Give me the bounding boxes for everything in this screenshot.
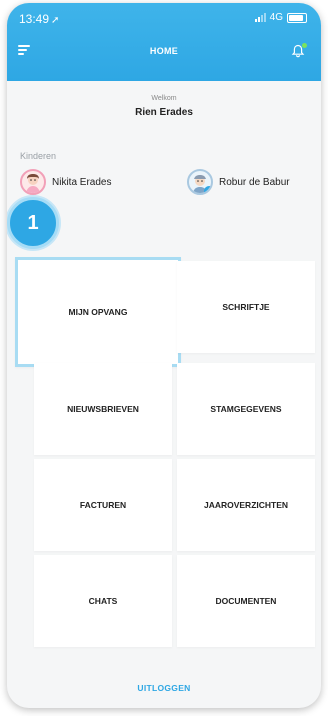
tile-documenten[interactable]: DOCUMENTEN [177, 555, 315, 647]
status-time: 13:49 ➚ [19, 12, 59, 26]
tile-label: MIJN OPVANG [68, 307, 128, 317]
app-header: 13:49 ➚ 4G HOME [7, 3, 321, 81]
battery-icon [287, 12, 307, 23]
tile-stamgegevens[interactable]: STAMGEGEVENS [177, 363, 315, 455]
tile-label: NIEUWSBRIEVEN [67, 404, 139, 414]
tile-label: CHATS [88, 596, 118, 606]
child-name: Robur de Babur [219, 176, 290, 188]
child-item-robur[interactable]: + Robur de Babur [187, 169, 290, 195]
tile-nieuwsbrieven[interactable]: NIEUWSBRIEVEN [34, 363, 172, 455]
welcome-user-name: Rien Erades [135, 107, 193, 118]
tile-chats[interactable]: CHATS [34, 555, 172, 647]
status-indicators: 4G [254, 12, 307, 23]
tile-label: JAAROVERZICHTEN [203, 500, 289, 510]
nav-bar: HOME [7, 35, 321, 65]
child-avatar-icon [20, 169, 46, 195]
page-title: HOME [149, 46, 179, 56]
status-time-text: 13:49 [19, 12, 50, 26]
network-label: 4G [269, 12, 283, 23]
step-number-badge: 1 [7, 197, 59, 249]
tile-schriftje[interactable]: SCHRIFTJE [177, 261, 315, 353]
welcome-block: Welkom Rien Erades [7, 95, 321, 118]
children-section-label: Kinderen [20, 151, 57, 161]
tile-mijn-opvang[interactable]: MIJN OPVANG [15, 257, 181, 367]
tile-label: SCHRIFTJE [222, 302, 270, 312]
child-item-nikita[interactable]: Nikita Erades [20, 169, 111, 195]
child-avatar-icon: + [187, 169, 213, 195]
notification-bell-icon[interactable] [291, 43, 307, 58]
logout-link[interactable]: UITLOGGEN [7, 683, 321, 693]
tile-label: STAMGEGEVENS [210, 404, 282, 414]
notification-dot [302, 43, 307, 48]
child-name: Nikita Erades [52, 176, 112, 188]
signal-bars-icon [254, 13, 266, 22]
tile-jaaroverzichten[interactable]: JAAROVERZICHTEN [177, 459, 315, 551]
location-arrow-icon: ➚ [51, 15, 60, 26]
welcome-greeting: Welkom [151, 95, 177, 102]
tile-facturen[interactable]: FACTUREN [34, 459, 172, 551]
status-bar: 13:49 ➚ 4G [7, 3, 321, 31]
add-icon: + [204, 186, 211, 193]
phone-screen: 13:49 ➚ 4G HOME Welkom Rien Erades Kinder… [7, 3, 321, 708]
tile-label: DOCUMENTEN [215, 596, 277, 606]
tile-label: FACTUREN [79, 500, 127, 510]
